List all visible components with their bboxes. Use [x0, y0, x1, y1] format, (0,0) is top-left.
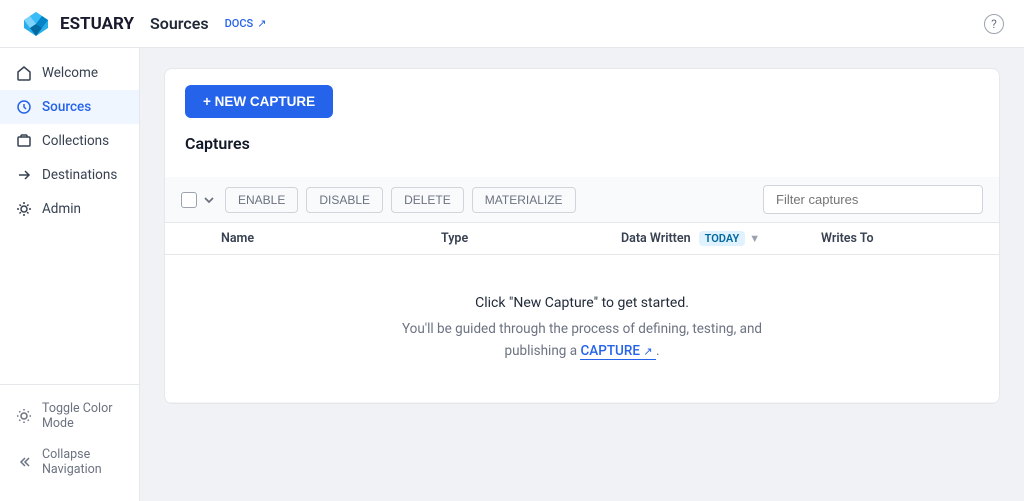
th-name: Name — [221, 231, 441, 246]
empty-desc: You'll be guided through the process of … — [185, 319, 979, 362]
main-content: + NEW CAPTURE Captures ENABLE DISABLE DE… — [140, 48, 1024, 501]
header-left: ESTUARY Sources DOCS ↗ — [20, 8, 266, 40]
th-checkbox — [181, 231, 221, 246]
captures-toolbar: ENABLE DISABLE DELETE MATERIALIZE — [165, 177, 999, 223]
captures-title: Captures — [185, 134, 979, 153]
materialize-button[interactable]: MATERIALIZE — [472, 187, 576, 213]
sidebar-label-welcome: Welcome — [42, 65, 98, 81]
card-header: + NEW CAPTURE Captures — [165, 69, 999, 177]
th-writes-to: Writes To — [821, 231, 1000, 246]
select-all-area — [181, 192, 217, 208]
sidebar-label-sources: Sources — [42, 99, 91, 115]
docs-link[interactable]: DOCS ↗ — [225, 17, 267, 30]
enable-button[interactable]: ENABLE — [225, 187, 298, 213]
th-data-written: Data Written TODAY ▼ — [621, 231, 821, 246]
collapse-nav-label: Collapse Navigation — [42, 447, 123, 477]
empty-state: Click "New Capture" to get started. You'… — [165, 255, 999, 403]
empty-title: Click "New Capture" to get started. — [185, 295, 979, 311]
docs-label: DOCS — [225, 17, 254, 30]
sidebar-item-welcome[interactable]: Welcome — [0, 56, 139, 90]
layout: Welcome Sources Collections — [0, 48, 1024, 501]
chevrons-left-icon — [16, 454, 32, 470]
logo-text: ESTUARY — [60, 14, 134, 34]
sidebar-item-admin[interactable]: Admin — [0, 192, 139, 226]
disable-button[interactable]: DISABLE — [306, 187, 383, 213]
table-header: Name Type Data Written TODAY ▼ Writes To… — [165, 223, 999, 255]
capture-link[interactable]: CAPTURE ↗ — [580, 343, 656, 360]
filter-icon[interactable]: ▼ — [749, 232, 760, 245]
empty-desc-before: You'll be guided through the process of … — [402, 321, 762, 337]
delete-button[interactable]: DELETE — [391, 187, 464, 213]
th-type: Type — [441, 231, 621, 246]
sidebar-bottom: Toggle Color Mode Collapse Navigation — [0, 384, 139, 493]
filter-input-wrap — [763, 185, 983, 214]
logo-icon — [20, 8, 52, 40]
sidebar-nav: Welcome Sources Collections — [0, 56, 139, 384]
sidebar-item-collections[interactable]: Collections — [0, 124, 139, 158]
collapse-navigation[interactable]: Collapse Navigation — [0, 439, 139, 485]
destinations-icon — [16, 167, 32, 183]
sources-icon — [16, 99, 32, 115]
content-card: + NEW CAPTURE Captures ENABLE DISABLE DE… — [164, 68, 1000, 404]
external-link-icon: ↗ — [257, 17, 266, 30]
sidebar-label-collections: Collections — [42, 133, 109, 149]
sidebar-item-destinations[interactable]: Destinations — [0, 158, 139, 192]
empty-desc-mid: publishing a — [504, 343, 577, 359]
home-icon — [16, 65, 32, 81]
sidebar-item-sources[interactable]: Sources — [0, 90, 139, 124]
sidebar-label-destinations: Destinations — [42, 167, 117, 183]
filter-input[interactable] — [763, 185, 983, 214]
logo[interactable]: ESTUARY — [20, 8, 134, 40]
header-title: Sources — [150, 14, 209, 33]
sidebar-label-admin: Admin — [42, 201, 81, 217]
new-capture-label: + NEW CAPTURE — [203, 94, 315, 109]
toggle-color-label: Toggle Color Mode — [42, 401, 123, 431]
collections-icon — [16, 133, 32, 149]
select-dropdown-button[interactable] — [201, 192, 217, 208]
help-button[interactable]: ? — [984, 14, 1004, 34]
admin-icon — [16, 201, 32, 217]
select-all-checkbox[interactable] — [181, 192, 197, 208]
external-link-small-icon: ↗ — [643, 345, 652, 358]
app-header: ESTUARY Sources DOCS ↗ ? — [0, 0, 1024, 48]
sidebar: Welcome Sources Collections — [0, 48, 140, 501]
new-capture-button[interactable]: + NEW CAPTURE — [185, 85, 333, 118]
toggle-color-mode[interactable]: Toggle Color Mode — [0, 393, 139, 439]
sun-icon — [16, 408, 32, 424]
today-badge[interactable]: TODAY — [699, 231, 746, 246]
chevron-down-icon — [203, 194, 215, 206]
empty-desc-after: . — [656, 343, 660, 359]
